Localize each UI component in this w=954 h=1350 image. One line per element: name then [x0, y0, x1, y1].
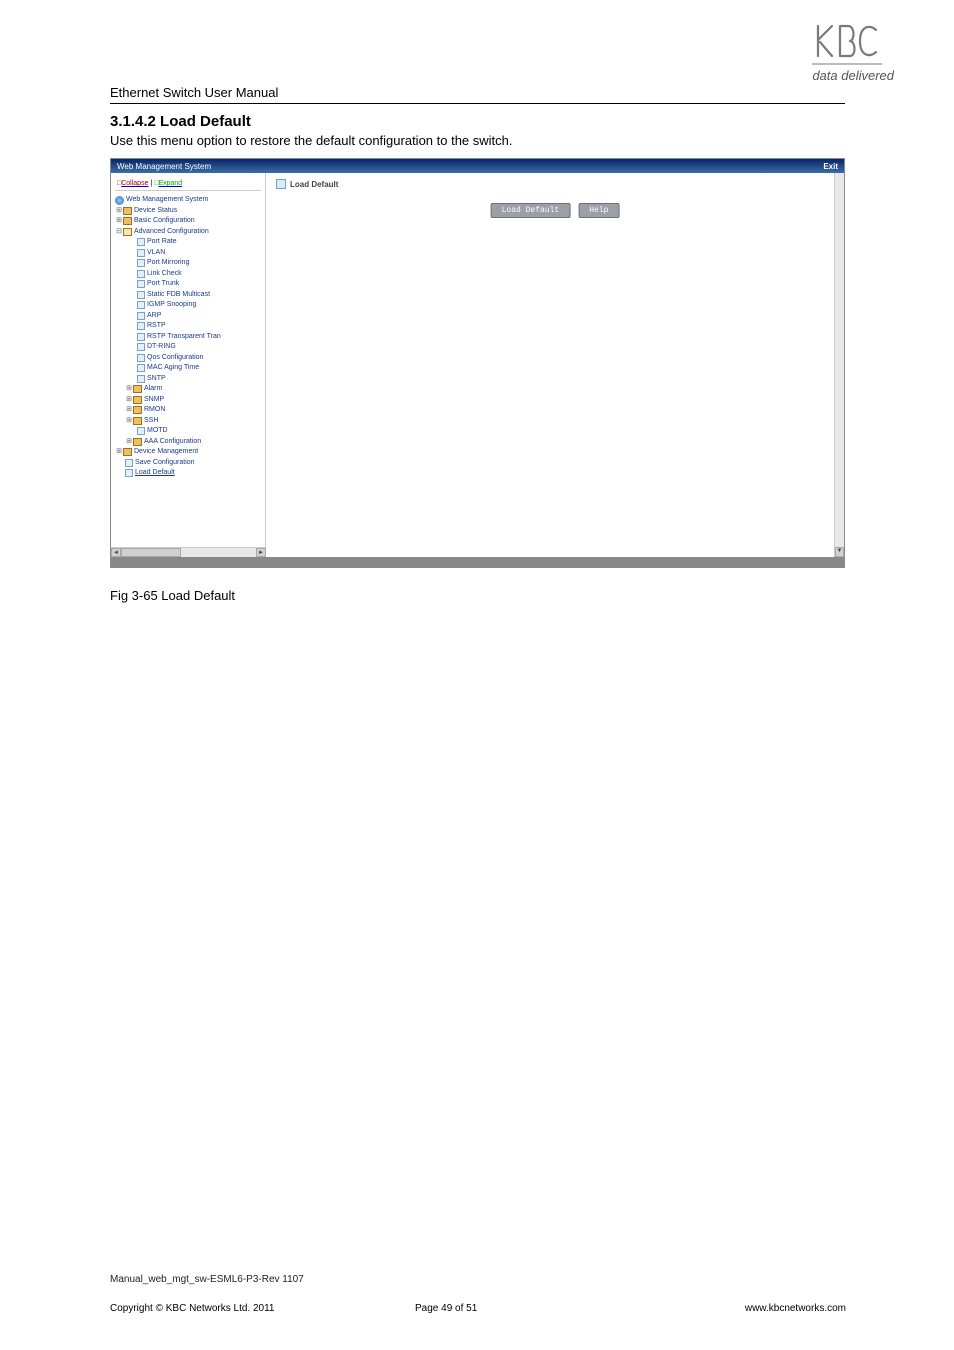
figure-caption: Fig 3-65 Load Default	[110, 588, 235, 603]
page-icon	[137, 301, 145, 309]
page-icon	[137, 354, 145, 362]
main-v-scrollbar[interactable]: ▼	[834, 173, 844, 557]
tree-item-rstp-transparent[interactable]: RSTP Transparent Tran	[115, 332, 261, 343]
tree-item-port-mirroring[interactable]: Port Mirroring	[115, 258, 261, 269]
page-icon	[137, 312, 145, 320]
tree-item-sntp[interactable]: SNTP	[115, 374, 261, 385]
scroll-down-icon[interactable]: ▼	[835, 547, 844, 557]
folder-icon	[133, 438, 142, 446]
page-icon	[137, 322, 145, 330]
sidebar-h-scrollbar[interactable]: ◄ ►	[111, 547, 266, 557]
folder-icon	[123, 217, 132, 225]
tree-item-port-rate[interactable]: Port Rate	[115, 237, 261, 248]
tree-ssh[interactable]: ⊞SSH	[115, 416, 261, 427]
tree-item-load-default[interactable]: Load Default	[115, 468, 261, 479]
globe-icon	[115, 196, 124, 205]
document-title: Ethernet Switch User Manual	[110, 85, 278, 100]
tree-item-arp[interactable]: ARP	[115, 311, 261, 322]
tree-item-rstp[interactable]: RSTP	[115, 321, 261, 332]
scroll-left-icon[interactable]: ◄	[111, 548, 121, 557]
nav-sidebar: □Collapse | □Expand Web Management Syste…	[111, 173, 266, 557]
collapse-link[interactable]: Collapse	[121, 180, 148, 187]
page-icon	[125, 459, 133, 467]
page-icon	[137, 427, 145, 435]
folder-icon	[123, 207, 132, 215]
scroll-right-icon[interactable]: ►	[256, 548, 266, 557]
page-icon	[137, 291, 145, 299]
tree-item-igmp[interactable]: IGMP Snooping	[115, 300, 261, 311]
folder-open-icon	[123, 228, 132, 236]
page-icon	[137, 333, 145, 341]
tree-basic-config[interactable]: ⊞Basic Configuration	[115, 216, 261, 227]
expand-icon: ⊞	[125, 416, 133, 427]
window-titlebar: Web Management System Exit	[111, 159, 844, 173]
embedded-screenshot: Web Management System Exit □Collapse | □…	[110, 158, 845, 568]
tree-rmon[interactable]: ⊞RMON	[115, 405, 261, 416]
window-statusbar	[111, 557, 844, 567]
brand-logo: data delivered	[812, 20, 894, 83]
expand-icon: ⊞	[115, 206, 123, 217]
page-icon	[137, 259, 145, 267]
tree-item-port-trunk[interactable]: Port Trunk	[115, 279, 261, 290]
tree-device-mgmt[interactable]: ⊞Device Management	[115, 447, 261, 458]
main-panel: Load Default Load Default Help	[266, 173, 844, 557]
tree-item-qos[interactable]: Qos Configuration	[115, 353, 261, 364]
expand-icon: ⊞	[125, 405, 133, 416]
page-icon	[137, 249, 145, 257]
window-title: Web Management System	[117, 162, 211, 171]
scroll-thumb[interactable]	[121, 548, 181, 557]
collapse-icon: ⊟	[115, 227, 123, 238]
expand-icon: ⊞	[125, 395, 133, 406]
footer-copyright: Copyright © KBC Networks Ltd. 2011	[110, 1303, 274, 1314]
folder-icon	[133, 406, 142, 414]
title-underline	[110, 103, 845, 104]
footer-page-number: Page 49 of 51	[415, 1303, 477, 1314]
page-icon	[276, 179, 286, 189]
tree-aaa[interactable]: ⊞AAA Configuration	[115, 437, 261, 448]
tree-snmp[interactable]: ⊞SNMP	[115, 395, 261, 406]
expand-icon: ⊞	[115, 216, 123, 227]
tree-controls: □Collapse | □Expand	[115, 177, 261, 191]
tree-item-dt-ring[interactable]: DT-RING	[115, 342, 261, 353]
tree-device-status[interactable]: ⊞Device Status	[115, 206, 261, 217]
panel-header: Load Default	[266, 173, 844, 195]
panel-title: Load Default	[290, 180, 338, 189]
footer-filename: Manual_web_mgt_sw-ESML6-P3-Rev 1107	[110, 1274, 304, 1285]
folder-icon	[133, 396, 142, 404]
expand-icon: ⊞	[125, 437, 133, 448]
expand-link[interactable]: Expand	[158, 180, 182, 187]
page-icon	[137, 270, 145, 278]
page-icon	[125, 469, 133, 477]
tree-advanced-config[interactable]: ⊟Advanced Configuration	[115, 227, 261, 238]
tree-alarm[interactable]: ⊞Alarm	[115, 384, 261, 395]
load-default-button[interactable]: Load Default	[491, 203, 571, 218]
help-button[interactable]: Help	[578, 203, 619, 218]
section-heading: 3.1.4.2 Load Default	[110, 113, 251, 130]
exit-link[interactable]: Exit	[823, 162, 838, 171]
expand-icon: ⊞	[115, 447, 123, 458]
tree-item-save-config[interactable]: Save Configuration	[115, 458, 261, 469]
footer-url: www.kbcnetworks.com	[745, 1303, 846, 1314]
section-description: Use this menu option to restore the defa…	[110, 133, 513, 148]
page-icon	[137, 238, 145, 246]
folder-icon	[133, 385, 142, 393]
tree-root[interactable]: Web Management System	[115, 195, 261, 206]
page-icon	[137, 375, 145, 383]
tree-item-mac-aging[interactable]: MAC Aging Time	[115, 363, 261, 374]
brand-tagline: data delivered	[812, 68, 894, 83]
expand-icon: ⊞	[125, 384, 133, 395]
tree-item-static-fdb[interactable]: Static FDB Multicast	[115, 290, 261, 301]
tree-item-link-check[interactable]: Link Check	[115, 269, 261, 280]
page-icon	[137, 343, 145, 351]
page-icon	[137, 364, 145, 372]
tree-item-motd[interactable]: MOTD	[115, 426, 261, 437]
folder-icon	[133, 417, 142, 425]
page-icon	[137, 280, 145, 288]
folder-icon	[123, 448, 132, 456]
tree-item-vlan[interactable]: VLAN	[115, 248, 261, 259]
nav-tree: Web Management System ⊞Device Status ⊞Ba…	[115, 195, 261, 479]
